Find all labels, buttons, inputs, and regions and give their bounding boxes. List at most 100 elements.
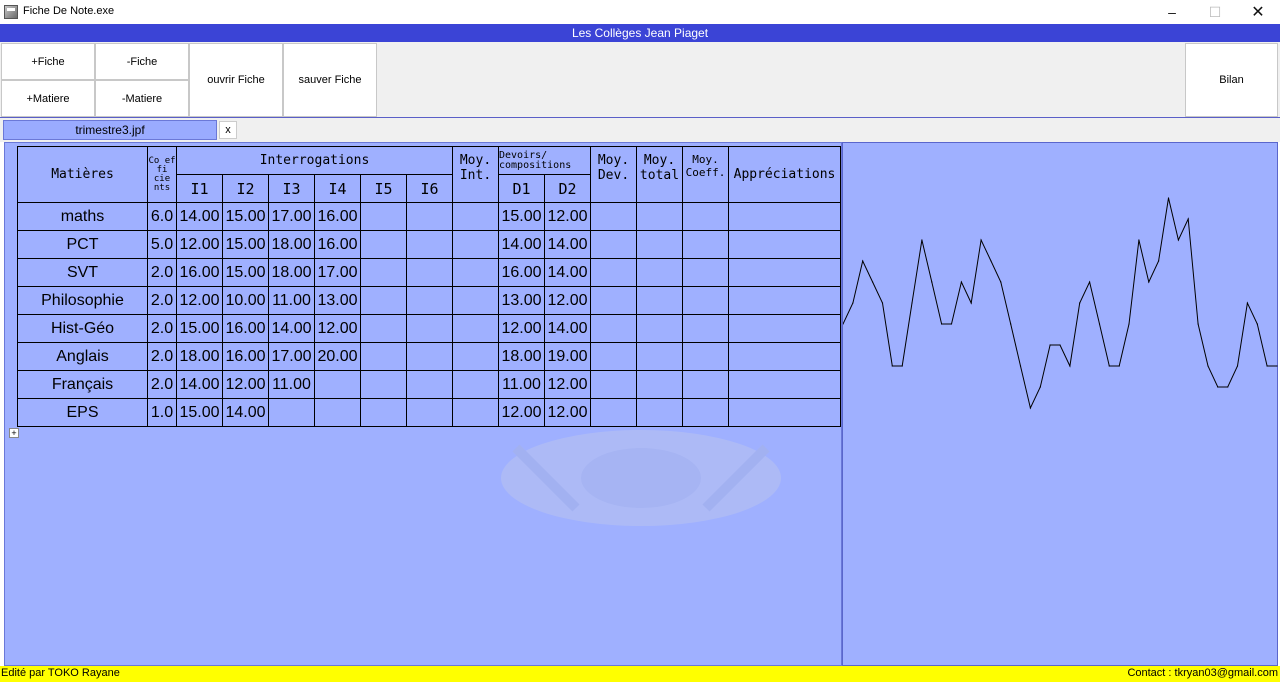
d1-cell[interactable]: 11.00	[498, 370, 545, 399]
i1-cell[interactable]: 14.00	[176, 370, 223, 399]
moy-total-cell[interactable]	[636, 230, 683, 259]
moy-coeff-cell[interactable]	[682, 230, 729, 259]
moy-coeff-cell[interactable]	[682, 202, 729, 231]
i4-cell[interactable]: 13.00	[314, 286, 361, 315]
i2-cell[interactable]: 16.00	[222, 314, 269, 343]
i5-cell[interactable]	[360, 370, 407, 399]
d1-cell[interactable]: 13.00	[498, 286, 545, 315]
moy-int-cell[interactable]	[452, 230, 499, 259]
maximize-button[interactable]: ☐	[1195, 0, 1235, 24]
d2-cell[interactable]: 12.00	[544, 370, 591, 399]
minimize-button[interactable]: –	[1152, 0, 1192, 24]
i3-cell[interactable]: 17.00	[268, 202, 315, 231]
i4-cell[interactable]: 16.00	[314, 202, 361, 231]
appreciation-cell[interactable]	[728, 202, 841, 231]
subject-cell[interactable]: EPS	[17, 398, 148, 427]
d1-cell[interactable]: 15.00	[498, 202, 545, 231]
moy-coeff-cell[interactable]	[682, 342, 729, 371]
coef-cell[interactable]: 2.0	[147, 286, 177, 315]
d2-cell[interactable]: 12.00	[544, 398, 591, 427]
i2-cell[interactable]: 10.00	[222, 286, 269, 315]
remove-subject-button[interactable]: -Matiere	[95, 80, 189, 117]
d2-cell[interactable]: 12.00	[544, 202, 591, 231]
i5-cell[interactable]	[360, 286, 407, 315]
moy-dev-cell[interactable]	[590, 398, 637, 427]
d2-cell[interactable]: 14.00	[544, 230, 591, 259]
moy-int-cell[interactable]	[452, 286, 499, 315]
i5-cell[interactable]	[360, 202, 407, 231]
tab-close-button[interactable]: x	[219, 121, 237, 139]
moy-dev-cell[interactable]	[590, 202, 637, 231]
i6-cell[interactable]	[406, 342, 453, 371]
i1-cell[interactable]: 15.00	[176, 398, 223, 427]
tab-file[interactable]: trimestre3.jpf	[3, 120, 217, 140]
i5-cell[interactable]	[360, 258, 407, 287]
i6-cell[interactable]	[406, 370, 453, 399]
open-sheet-button[interactable]: ouvrir Fiche	[189, 43, 283, 117]
moy-total-cell[interactable]	[636, 314, 683, 343]
moy-int-cell[interactable]	[452, 202, 499, 231]
i4-cell[interactable]: 16.00	[314, 230, 361, 259]
i1-cell[interactable]: 12.00	[176, 286, 223, 315]
subject-cell[interactable]: Français	[17, 370, 148, 399]
coef-cell[interactable]: 1.0	[147, 398, 177, 427]
d1-cell[interactable]: 16.00	[498, 258, 545, 287]
i6-cell[interactable]	[406, 286, 453, 315]
i5-cell[interactable]	[360, 342, 407, 371]
moy-dev-cell[interactable]	[590, 286, 637, 315]
i4-cell[interactable]	[314, 370, 361, 399]
remove-sheet-button[interactable]: -Fiche	[95, 43, 189, 80]
i5-cell[interactable]	[360, 398, 407, 427]
moy-dev-cell[interactable]	[590, 314, 637, 343]
i5-cell[interactable]	[360, 314, 407, 343]
i3-cell[interactable]: 11.00	[268, 370, 315, 399]
i2-cell[interactable]: 12.00	[222, 370, 269, 399]
appreciation-cell[interactable]	[728, 370, 841, 399]
i1-cell[interactable]: 14.00	[176, 202, 223, 231]
moy-dev-cell[interactable]	[590, 230, 637, 259]
moy-int-cell[interactable]	[452, 370, 499, 399]
appreciation-cell[interactable]	[728, 258, 841, 287]
i6-cell[interactable]	[406, 398, 453, 427]
d1-cell[interactable]: 12.00	[498, 398, 545, 427]
moy-coeff-cell[interactable]	[682, 370, 729, 399]
appreciation-cell[interactable]	[728, 286, 841, 315]
i4-cell[interactable]: 20.00	[314, 342, 361, 371]
add-row-button[interactable]: +	[9, 428, 19, 438]
i1-cell[interactable]: 15.00	[176, 314, 223, 343]
moy-total-cell[interactable]	[636, 398, 683, 427]
coef-cell[interactable]: 2.0	[147, 342, 177, 371]
i4-cell[interactable]	[314, 398, 361, 427]
d2-cell[interactable]: 12.00	[544, 286, 591, 315]
i3-cell[interactable]: 18.00	[268, 230, 315, 259]
coef-cell[interactable]: 5.0	[147, 230, 177, 259]
i1-cell[interactable]: 12.00	[176, 230, 223, 259]
i3-cell[interactable]: 14.00	[268, 314, 315, 343]
add-sheet-button[interactable]: +Fiche	[1, 43, 95, 80]
summary-button[interactable]: Bilan	[1185, 43, 1278, 117]
i5-cell[interactable]	[360, 230, 407, 259]
moy-dev-cell[interactable]	[590, 342, 637, 371]
moy-total-cell[interactable]	[636, 258, 683, 287]
d2-cell[interactable]: 14.00	[544, 314, 591, 343]
i6-cell[interactable]	[406, 202, 453, 231]
appreciation-cell[interactable]	[728, 230, 841, 259]
coef-cell[interactable]: 2.0	[147, 314, 177, 343]
subject-cell[interactable]: Anglais	[17, 342, 148, 371]
moy-int-cell[interactable]	[452, 342, 499, 371]
i2-cell[interactable]: 14.00	[222, 398, 269, 427]
moy-dev-cell[interactable]	[590, 370, 637, 399]
i2-cell[interactable]: 15.00	[222, 230, 269, 259]
i3-cell[interactable]: 11.00	[268, 286, 315, 315]
appreciation-cell[interactable]	[728, 398, 841, 427]
moy-int-cell[interactable]	[452, 398, 499, 427]
coef-cell[interactable]: 2.0	[147, 258, 177, 287]
i2-cell[interactable]: 15.00	[222, 202, 269, 231]
d2-cell[interactable]: 14.00	[544, 258, 591, 287]
coef-cell[interactable]: 2.0	[147, 370, 177, 399]
moy-int-cell[interactable]	[452, 314, 499, 343]
subject-cell[interactable]: SVT	[17, 258, 148, 287]
moy-total-cell[interactable]	[636, 370, 683, 399]
i1-cell[interactable]: 16.00	[176, 258, 223, 287]
moy-coeff-cell[interactable]	[682, 314, 729, 343]
